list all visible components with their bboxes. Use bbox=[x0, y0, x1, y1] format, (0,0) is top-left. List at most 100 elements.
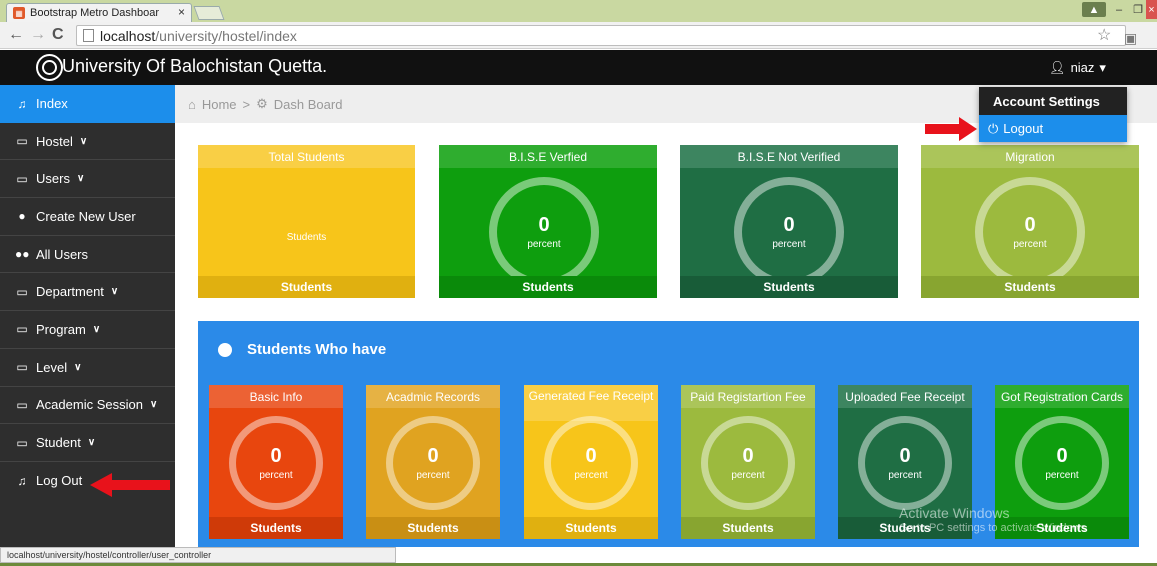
sidebar-item-label: Level bbox=[36, 359, 68, 375]
tile-footer: Students bbox=[524, 517, 658, 539]
sidebar-item-student[interactable]: ▭ Student ∨ bbox=[0, 424, 175, 462]
browser-toolbar: ← → C localhost /university/hostel/index… bbox=[0, 22, 1157, 49]
stat-tile-migration[interactable]: Migration 0 percent Students bbox=[921, 145, 1139, 298]
percent-unit: percent bbox=[731, 469, 765, 481]
user-dropdown-menu: Account Settings ⏻ Logout bbox=[979, 87, 1127, 142]
percent-value: 0 bbox=[742, 444, 754, 467]
tile-footer: Students bbox=[921, 276, 1139, 298]
caret-down-icon: ▾ bbox=[1099, 59, 1106, 75]
panel-tile-acadmic-records[interactable]: Acadmic Records 0 percent Students bbox=[366, 385, 500, 539]
user-name: niaz bbox=[1070, 60, 1095, 75]
reload-icon[interactable]: C bbox=[52, 26, 64, 44]
sidebar-item-label: Create New User bbox=[36, 208, 136, 224]
breadcrumb-separator: > bbox=[242, 96, 251, 112]
tile-title: Acadmic Records bbox=[366, 385, 500, 408]
percent-value: 0 bbox=[427, 444, 439, 467]
window-user-icon[interactable]: ▲ bbox=[1082, 2, 1106, 17]
sidebar-item-index[interactable]: ♫ Index bbox=[0, 85, 175, 123]
sidebar-item-program[interactable]: ▭ Program ∨ bbox=[0, 311, 175, 349]
sidebar-item-create-new-user[interactable]: ● Create New User bbox=[0, 198, 175, 236]
user-menu-toggle[interactable]: 👤︎ niaz ▾ bbox=[1028, 50, 1127, 85]
chevron-down-icon: ∨ bbox=[79, 135, 88, 147]
percent-unit: percent bbox=[888, 469, 922, 481]
chevron-down-icon: ∨ bbox=[149, 399, 158, 411]
percent-unit: percent bbox=[259, 469, 293, 481]
window-restore-icon[interactable]: ❐ bbox=[1129, 0, 1147, 19]
chevron-down-icon: ∨ bbox=[87, 437, 96, 449]
panel-title-text: Students Who have bbox=[247, 341, 387, 358]
logout-label: Logout bbox=[1003, 121, 1044, 136]
window-minimize-icon[interactable]: – bbox=[1110, 0, 1128, 19]
window-close-icon[interactable]: × bbox=[1146, 0, 1157, 19]
browser-menu-icon[interactable]: ▣ bbox=[1124, 30, 1137, 47]
sidebar-item-label: Academic Session bbox=[36, 397, 143, 413]
tile-footer: Students bbox=[198, 276, 415, 298]
sidebar-item-all-users[interactable]: ●● All Users bbox=[0, 236, 175, 274]
panel-title: Students Who have bbox=[218, 341, 386, 358]
sidebar-item-label: Department bbox=[36, 284, 104, 300]
panel-tile-paid-registartion-fee[interactable]: Paid Registartion Fee 0 percent Students bbox=[681, 385, 815, 539]
sidebar-item-level[interactable]: ▭ Level ∨ bbox=[0, 349, 175, 387]
tile-footer: Students bbox=[366, 517, 500, 539]
tab-close-icon[interactable]: × bbox=[178, 5, 185, 19]
tile-footer: Students bbox=[209, 517, 343, 539]
stat-tile-total-students[interactable]: Total Students Students Students bbox=[198, 145, 415, 298]
folder-icon: ▭ bbox=[16, 397, 28, 412]
sidebar-item-label: Log Out bbox=[36, 473, 83, 489]
power-icon: ⏻ bbox=[988, 120, 999, 136]
new-tab-button[interactable] bbox=[193, 6, 225, 20]
bell-icon: ♫ bbox=[17, 96, 27, 111]
address-bar[interactable]: localhost /university/hostel/index bbox=[76, 25, 1126, 46]
tile-footer: Students bbox=[439, 276, 657, 298]
percent-value: 0 bbox=[538, 213, 550, 236]
bookmark-star-icon[interactable]: ☆ bbox=[1097, 25, 1111, 45]
sidebar-item-users[interactable]: ▭ Users ∨ bbox=[0, 160, 175, 199]
folder-icon: ▭ bbox=[16, 322, 28, 337]
sidebar-item-label: Student bbox=[36, 435, 81, 451]
bell-icon: ♫ bbox=[17, 473, 27, 488]
sidebar-item-department[interactable]: ▭ Department ∨ bbox=[0, 273, 175, 312]
watermark-line-2: Go to PC settings to activate Windows bbox=[899, 522, 1087, 534]
chevron-down-icon: ∨ bbox=[92, 323, 101, 335]
user-icon: ● bbox=[18, 209, 26, 224]
dashboard-icon: ⚙ bbox=[256, 96, 268, 111]
users-icon: ●● bbox=[15, 247, 30, 262]
percent-unit: percent bbox=[772, 238, 806, 250]
tile-footer: Students bbox=[680, 276, 898, 298]
account-settings-item[interactable]: Account Settings bbox=[979, 87, 1127, 115]
panel-tile-generated-fee-receipt[interactable]: Generated Fee Receipt 0 percent Students bbox=[524, 385, 658, 539]
globe-icon bbox=[218, 342, 232, 357]
tile-title: Paid Registartion Fee bbox=[681, 385, 815, 408]
tile-title: Basic Info bbox=[209, 385, 343, 408]
sidebar-item-academic-session[interactable]: ▭ Academic Session ∨ bbox=[0, 387, 175, 425]
percent-ring: 0 percent bbox=[858, 416, 952, 510]
percent-value: 0 bbox=[270, 444, 282, 467]
page-icon bbox=[83, 29, 94, 42]
tile-title: Uploaded Fee Receipt bbox=[838, 385, 972, 408]
stat-tile-bise-not-verified[interactable]: B.I.S.E Not Verified 0 percent Students bbox=[680, 145, 898, 298]
panel-tile-basic-info[interactable]: Basic Info 0 percent Students bbox=[209, 385, 343, 539]
percent-unit: percent bbox=[527, 238, 561, 250]
forward-icon[interactable]: → bbox=[30, 26, 46, 44]
stat-tile-bise-verified[interactable]: B.I.S.E Verfied 0 percent Students bbox=[439, 145, 657, 298]
percent-ring: 0 percent bbox=[701, 416, 795, 510]
percent-unit: percent bbox=[1045, 469, 1079, 481]
sidebar-item-label: Hostel bbox=[36, 133, 73, 149]
percent-ring: 0 percent bbox=[1015, 416, 1109, 510]
percent-value: 0 bbox=[899, 444, 911, 467]
sidebar-item-label: Program bbox=[36, 321, 86, 337]
sidebar-item-hostel[interactable]: ▭ Hostel ∨ bbox=[0, 123, 175, 161]
tile-title: Got Registration Cards bbox=[995, 385, 1129, 408]
back-icon[interactable]: ← bbox=[8, 26, 24, 44]
breadcrumb-home[interactable]: Home bbox=[202, 97, 237, 112]
tile-title: Total Students bbox=[198, 145, 415, 168]
tile-body-text: Students bbox=[286, 232, 327, 243]
logout-item[interactable]: ⏻ Logout bbox=[979, 115, 1127, 142]
sidebar-item-label: All Users bbox=[36, 246, 89, 262]
app-title: University Of Balochistan Quetta. bbox=[62, 56, 328, 76]
sidebar-item-label: Index bbox=[36, 96, 68, 112]
browser-tab-strip: ▦ Bootstrap Metro Dashboar × ▲ – ❐ × bbox=[0, 0, 1157, 22]
breadcrumb-dashboard[interactable]: Dash Board bbox=[274, 97, 343, 112]
percent-ring: 0 percent bbox=[544, 416, 638, 510]
browser-tab[interactable]: ▦ Bootstrap Metro Dashboar × bbox=[6, 3, 192, 22]
